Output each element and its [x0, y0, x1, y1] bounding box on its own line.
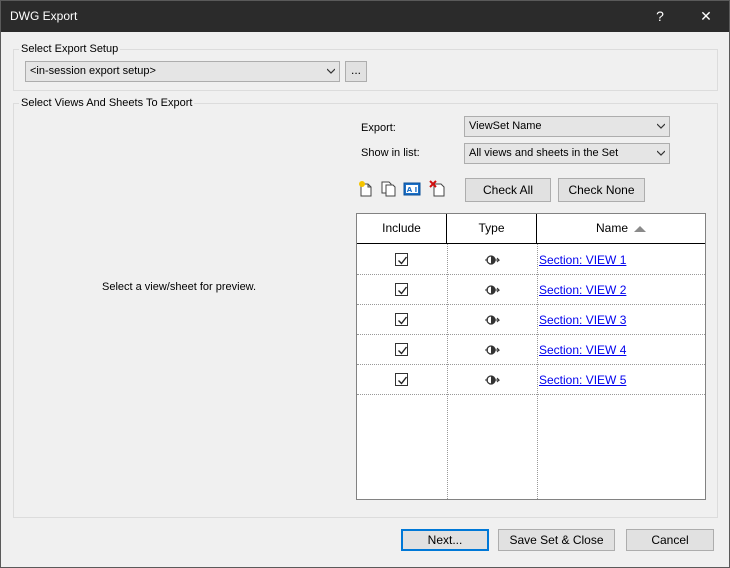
- section-view-icon: [485, 315, 500, 325]
- include-checkbox[interactable]: [395, 343, 408, 356]
- view-name-link[interactable]: Section: VIEW 2: [539, 283, 626, 297]
- window-title: DWG Export: [10, 9, 78, 23]
- help-button[interactable]: ?: [637, 1, 683, 32]
- table-row[interactable]: Section: VIEW 2: [357, 275, 705, 305]
- export-setup-value: <in-session export setup>: [30, 65, 156, 77]
- rename-set-icon[interactable]: A I: [403, 180, 421, 198]
- include-checkbox[interactable]: [395, 373, 408, 386]
- dwg-export-dialog: DWG Export ? ✕ Select Export Setup <in-s…: [0, 0, 730, 568]
- type-cell: [447, 335, 537, 365]
- export-value: ViewSet Name: [469, 120, 542, 132]
- checkmark-icon: [398, 286, 408, 295]
- name-cell: Section: VIEW 3: [538, 305, 705, 335]
- type-cell: [447, 305, 537, 335]
- checkmark-icon: [398, 346, 408, 355]
- view-name-link[interactable]: Section: VIEW 5: [539, 373, 626, 387]
- save-set-close-button[interactable]: Save Set & Close: [498, 529, 615, 551]
- name-cell: Section: VIEW 2: [538, 275, 705, 305]
- close-button[interactable]: ✕: [683, 1, 729, 32]
- show-in-list-label: Show in list:: [361, 147, 420, 159]
- cancel-button[interactable]: Cancel: [626, 529, 714, 551]
- title-bar: DWG Export ? ✕: [1, 1, 729, 32]
- column-header-name[interactable]: Name: [537, 214, 705, 243]
- export-label: Export:: [361, 122, 396, 134]
- include-cell: [357, 305, 447, 335]
- sort-ascending-icon: [634, 225, 646, 232]
- column-header-include[interactable]: Include: [357, 214, 447, 243]
- checkmark-icon: [398, 316, 408, 325]
- chevron-down-icon: [657, 150, 665, 156]
- include-cell: [357, 335, 447, 365]
- duplicate-set-icon[interactable]: [380, 180, 398, 198]
- chevron-down-icon: [327, 68, 335, 74]
- views-table: Include Type Name Section: VIEW 1 Section…: [356, 213, 706, 500]
- section-view-icon: [485, 285, 500, 295]
- view-name-link[interactable]: Section: VIEW 4: [539, 343, 626, 357]
- type-cell: [447, 245, 537, 275]
- next-button[interactable]: Next...: [401, 529, 489, 551]
- views-group-label: Select Views And Sheets To Export: [19, 97, 195, 109]
- export-dropdown[interactable]: ViewSet Name: [464, 116, 670, 137]
- check-none-button[interactable]: Check None: [558, 178, 645, 202]
- preview-placeholder: Select a view/sheet for preview.: [102, 281, 257, 293]
- checkmark-icon: [398, 256, 408, 265]
- include-checkbox[interactable]: [395, 313, 408, 326]
- view-name-link[interactable]: Section: VIEW 3: [539, 313, 626, 327]
- check-all-button[interactable]: Check All: [465, 178, 551, 202]
- new-set-icon[interactable]: [357, 180, 375, 198]
- name-cell: Section: VIEW 1: [538, 245, 705, 275]
- section-view-icon: [485, 345, 500, 355]
- svg-text:A I: A I: [407, 186, 417, 194]
- chevron-down-icon: [657, 123, 665, 129]
- section-view-icon: [485, 255, 500, 265]
- table-row[interactable]: Section: VIEW 1: [357, 245, 705, 275]
- type-cell: [447, 275, 537, 305]
- table-header: Include Type Name: [357, 214, 705, 244]
- checkmark-icon: [398, 376, 408, 385]
- modify-setup-button[interactable]: ...: [345, 61, 367, 82]
- name-cell: Section: VIEW 5: [538, 365, 705, 395]
- view-name-link[interactable]: Section: VIEW 1: [539, 253, 626, 267]
- include-cell: [357, 365, 447, 395]
- include-checkbox[interactable]: [395, 283, 408, 296]
- name-cell: Section: VIEW 4: [538, 335, 705, 365]
- show-in-list-dropdown[interactable]: All views and sheets in the Set: [464, 143, 670, 164]
- column-header-type[interactable]: Type: [447, 214, 537, 243]
- type-cell: [447, 365, 537, 395]
- include-checkbox[interactable]: [395, 253, 408, 266]
- section-view-icon: [485, 375, 500, 385]
- table-row[interactable]: Section: VIEW 3: [357, 305, 705, 335]
- export-setup-dropdown[interactable]: <in-session export setup>: [25, 61, 340, 82]
- delete-set-icon[interactable]: [429, 180, 447, 198]
- show-in-list-value: All views and sheets in the Set: [469, 147, 619, 159]
- include-cell: [357, 245, 447, 275]
- include-cell: [357, 275, 447, 305]
- table-row[interactable]: Section: VIEW 4: [357, 335, 705, 365]
- table-row[interactable]: Section: VIEW 5: [357, 365, 705, 395]
- export-setup-group-label: Select Export Setup: [19, 43, 121, 55]
- column-header-name-label: Name: [595, 221, 628, 235]
